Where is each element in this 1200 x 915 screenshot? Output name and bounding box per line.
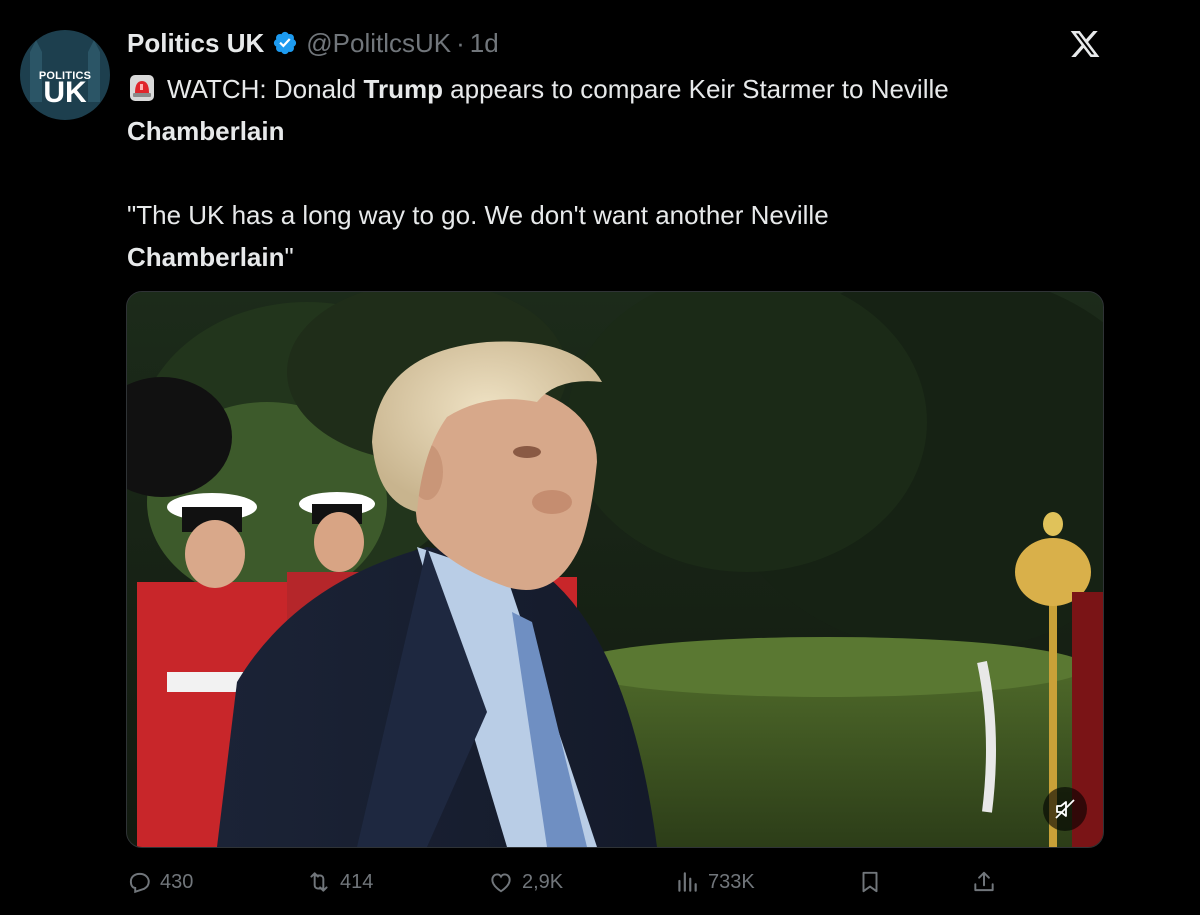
mute-button[interactable] bbox=[1043, 787, 1087, 831]
siren-icon bbox=[130, 75, 154, 101]
bookmark-icon bbox=[862, 871, 878, 893]
like-count: 2,9K bbox=[522, 870, 564, 893]
tweet-actions: 430 414 2,9K 733K bbox=[126, 864, 1006, 900]
quote-suffix: " bbox=[284, 242, 294, 272]
like-icon bbox=[491, 873, 511, 893]
account-name[interactable]: Politics UK bbox=[127, 28, 264, 59]
reply-icon bbox=[129, 872, 150, 894]
verified-badge-icon bbox=[274, 31, 297, 55]
mute-icon bbox=[1055, 799, 1075, 819]
tweet-line-1-suffix: appears to compare Keir Starmer to Nevil… bbox=[442, 74, 949, 104]
reply-count: 430 bbox=[160, 870, 194, 893]
avatar[interactable]: POLITICS UK bbox=[20, 30, 110, 120]
tweet-text: WATCH: Donald Trump appears to compare K… bbox=[127, 68, 1127, 278]
tweet-line-1: WATCH: Donald Trump appears to compare K… bbox=[127, 68, 1127, 152]
avatar-label-uk: UK bbox=[43, 76, 87, 109]
quote-bold-chamberlain: Chamberlain bbox=[127, 242, 285, 272]
repost-icon bbox=[310, 872, 328, 892]
bookmark-button[interactable] bbox=[857, 864, 891, 900]
x-logo-icon[interactable] bbox=[1068, 28, 1102, 60]
like-button[interactable]: 2,9K bbox=[488, 864, 563, 900]
video-frame-image bbox=[127, 292, 1103, 847]
tweet-bold-trump: Trump bbox=[363, 74, 443, 104]
account-handle[interactable]: @PolitlcsUK bbox=[306, 28, 451, 59]
quote-prefix: "The UK has a long way to go. We don't w… bbox=[127, 200, 829, 230]
tweet-header: Politics UK @PolitlcsUK · 1d bbox=[127, 26, 499, 60]
tweet-line-1-prefix: WATCH: Donald bbox=[167, 74, 364, 104]
share-icon bbox=[974, 871, 994, 892]
views-count: 733K bbox=[708, 870, 755, 893]
views-icon bbox=[678, 872, 697, 892]
video-player[interactable] bbox=[126, 291, 1104, 848]
tweet-bold-chamberlain: Chamberlain bbox=[127, 116, 285, 146]
views-button[interactable]: 733K bbox=[674, 864, 755, 900]
reply-button[interactable]: 430 bbox=[126, 864, 193, 900]
timestamp[interactable]: 1d bbox=[470, 28, 499, 59]
repost-count: 414 bbox=[340, 870, 374, 893]
repost-button[interactable]: 414 bbox=[306, 864, 373, 900]
share-button[interactable] bbox=[971, 864, 1005, 900]
separator-dot: · bbox=[456, 27, 465, 58]
tweet-quote: "The UK has a long way to go. We don't w… bbox=[127, 194, 1127, 278]
